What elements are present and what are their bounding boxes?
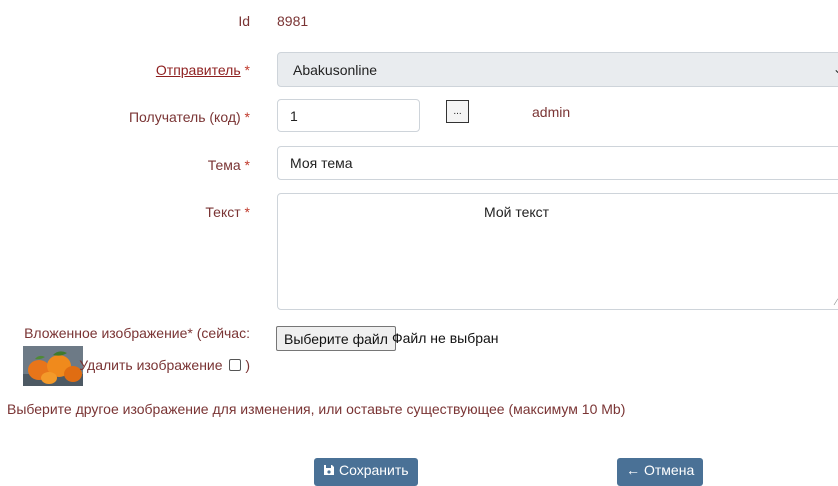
delete-image-label: Удалить изображение	[79, 357, 223, 373]
subject-value: Моя тема	[290, 155, 353, 171]
recipient-code-value: 1	[290, 107, 298, 124]
floppy-disk-icon	[324, 465, 334, 475]
recipient-picker-button[interactable]: ...	[446, 100, 469, 123]
delete-image-checkbox[interactable]	[229, 359, 242, 371]
recipient-code-input[interactable]: 1	[277, 99, 420, 132]
file-status: Файл не выбран	[392, 330, 499, 346]
message-textarea[interactable]: ∕	[277, 193, 838, 310]
text-label: Текст *	[205, 204, 250, 220]
message-text: Мой текст	[484, 204, 550, 220]
image-label: Вложенное изображение* (сейчас:	[24, 325, 250, 341]
cancel-label: Отмена	[644, 462, 695, 478]
sender-label: Отправитель *	[156, 62, 250, 78]
arrow-left-icon: ←	[626, 462, 640, 478]
sender-select[interactable]: Abakusonline ⌄	[277, 52, 838, 87]
save-label: Сохранить	[339, 462, 409, 478]
recipient-label: Получатель (код) *	[128, 109, 250, 125]
delete-image-row: Удалить изображение )	[79, 357, 250, 373]
cancel-button[interactable]: ← Отмена	[617, 458, 704, 486]
chevron-down-icon: ⌄	[832, 62, 838, 76]
subject-input[interactable]: Моя тема	[277, 146, 838, 180]
subject-label: Тема *	[207, 157, 250, 173]
required-mark: *	[244, 204, 250, 220]
sender-select-value: Abakusonline	[293, 61, 378, 78]
image-hint: Выберите другое изображение для изменени…	[7, 401, 626, 417]
id-label: Id	[238, 13, 250, 29]
required-mark: *	[244, 157, 250, 173]
attached-image-thumbnail	[23, 346, 83, 386]
id-value: 8981	[277, 13, 309, 29]
required-mark: *	[244, 109, 250, 125]
choose-file-button[interactable]: Выберите файл	[276, 326, 396, 351]
sender-link[interactable]: Отправитель	[156, 62, 241, 78]
resize-grip-icon[interactable]: ∕	[835, 297, 837, 307]
required-mark: *	[244, 62, 250, 78]
save-button[interactable]: Сохранить	[314, 458, 418, 486]
recipient-name: admin	[532, 104, 571, 120]
